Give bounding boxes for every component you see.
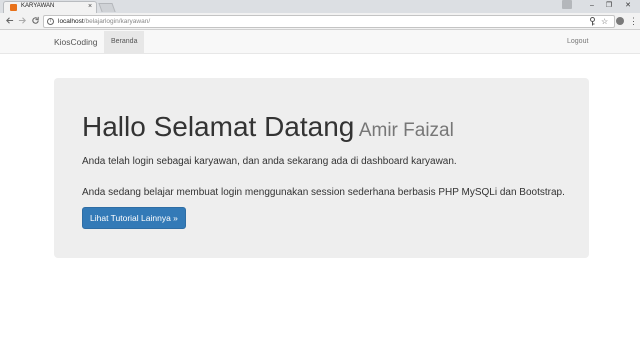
minimize-button[interactable]: –: [584, 0, 600, 11]
browser-menu-icon[interactable]: ⋮: [629, 15, 638, 27]
profile-icon[interactable]: [562, 0, 572, 9]
nav-item-beranda[interactable]: Beranda: [104, 31, 144, 54]
url-host: localhost: [58, 18, 84, 25]
site-favicon-icon: [10, 4, 17, 11]
extension-icon[interactable]: [616, 17, 624, 25]
address-bar[interactable]: i localhost/belajarlogin/karyawan/ ☆: [43, 15, 615, 28]
key-icon[interactable]: [589, 17, 596, 29]
tutorial-button[interactable]: Lihat Tutorial Lainnya »: [82, 207, 186, 229]
info-paragraph: Anda sedang belajar membuat login menggu…: [82, 187, 565, 198]
url-path: /belajarlogin/karyawan/: [83, 18, 151, 25]
jumbotron: Hallo Selamat Datang Amir Faizal Anda te…: [54, 78, 589, 258]
new-tab-button[interactable]: [98, 3, 116, 12]
nav-item-label: Beranda: [111, 38, 138, 45]
forward-arrow-icon[interactable]: [17, 16, 27, 27]
navbar: KiosCoding Beranda Logout: [0, 30, 640, 54]
maximize-button[interactable]: ❐: [601, 0, 617, 11]
browser-tab[interactable]: KARYAWAN ×: [3, 1, 97, 13]
user-name: Amir Faizal: [358, 120, 454, 141]
close-window-button[interactable]: ✕: [620, 0, 636, 11]
tab-title: KARYAWAN: [21, 3, 55, 9]
site-info-icon[interactable]: i: [47, 18, 54, 25]
page-title: Hallo Selamat Datang Amir Faizal: [82, 112, 454, 147]
bookmark-star-icon[interactable]: ☆: [601, 17, 608, 27]
welcome-heading: Hallo Selamat Datang: [82, 111, 355, 142]
browser-toolbar: i localhost/belajarlogin/karyawan/ ☆ ⋮: [0, 13, 640, 30]
url-text: localhost/belajarlogin/karyawan/: [58, 18, 150, 25]
browser-tab-strip: KARYAWAN × – ❐ ✕: [0, 0, 640, 13]
tab-close-icon[interactable]: ×: [88, 2, 92, 11]
navbar-brand[interactable]: KiosCoding: [54, 37, 97, 47]
back-arrow-icon[interactable]: [4, 16, 14, 27]
logout-link[interactable]: Logout: [567, 38, 588, 45]
reload-icon[interactable]: [30, 16, 40, 27]
intro-paragraph: Anda telah login sebagai karyawan, dan a…: [82, 156, 457, 167]
